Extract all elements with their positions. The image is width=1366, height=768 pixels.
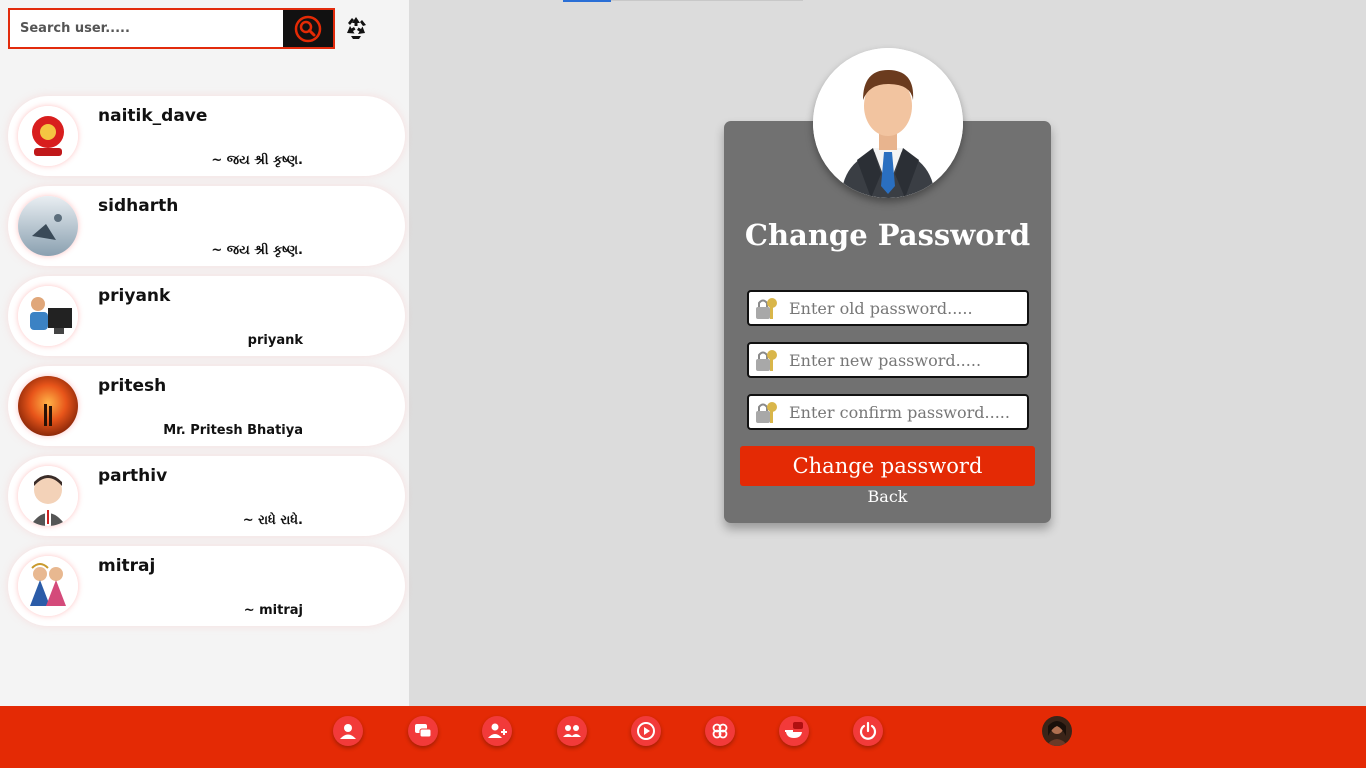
list-item[interactable]: parthiv ~ રાધે રાધે. [8, 456, 405, 536]
group-icon[interactable] [557, 716, 587, 746]
key-lock-icon [756, 350, 777, 371]
top-indicator [563, 0, 611, 2]
list-item[interactable]: priyank priyank [8, 276, 405, 356]
user-status: priyank [247, 333, 303, 348]
avatar [18, 286, 78, 346]
power-icon[interactable] [853, 716, 883, 746]
avatar [18, 466, 78, 526]
avatar [18, 106, 78, 166]
user-status: ~ જય શ્રી કૃષ્ણ. [211, 153, 303, 168]
user-status: Mr. Pritesh Bhatiya [163, 423, 303, 438]
user-name: priyank [98, 286, 171, 306]
user-status: ~ જય શ્રી કૃષ્ણ. [211, 243, 303, 258]
key-lock-icon [756, 402, 777, 423]
change-password-button[interactable]: Change password [740, 446, 1035, 486]
profile-icon[interactable] [333, 716, 363, 746]
user-name: mitraj [98, 556, 156, 576]
new-password-input[interactable] [789, 344, 1021, 376]
user-avatar-icon [813, 48, 963, 198]
search-box [8, 8, 335, 49]
search-button[interactable] [283, 10, 333, 47]
avatar [18, 196, 78, 256]
new-password-field [747, 342, 1029, 378]
avatar [18, 376, 78, 436]
user-name: parthiv [98, 466, 168, 486]
user-name: naitik_dave [98, 106, 208, 126]
bottom-nav-bar [0, 706, 1366, 768]
discover-icon[interactable] [705, 716, 735, 746]
top-divider [611, 0, 803, 1]
user-name: pritesh [98, 376, 167, 396]
add-user-icon[interactable] [482, 716, 512, 746]
back-link[interactable]: Back [724, 487, 1051, 506]
search-input[interactable] [10, 10, 280, 47]
profile-picture [813, 48, 963, 198]
list-item[interactable]: pritesh Mr. Pritesh Bhatiya [8, 366, 405, 446]
user-list: naitik_dave ~ જય શ્રી કૃષ્ણ. sidharth ~ … [8, 96, 405, 636]
old-password-field [747, 290, 1029, 326]
key-lock-icon [756, 298, 777, 319]
confirm-password-input[interactable] [789, 396, 1021, 428]
user-status: ~ રાધે રાધે. [242, 513, 303, 528]
avatar [18, 556, 78, 616]
video-play-icon[interactable] [631, 716, 661, 746]
old-password-input[interactable] [789, 292, 1021, 324]
list-item[interactable]: sidharth ~ જય શ્રી કૃષ્ણ. [8, 186, 405, 266]
user-name: sidharth [98, 196, 179, 216]
search-icon [294, 15, 322, 42]
recycle-icon[interactable] [342, 14, 370, 42]
chat-icon[interactable] [408, 716, 438, 746]
user-status: ~ mitraj [243, 603, 303, 618]
sidebar: naitik_dave ~ જય શ્રી કૃષ્ણ. sidharth ~ … [0, 0, 409, 706]
current-user-avatar[interactable] [1042, 716, 1072, 746]
list-item[interactable]: mitraj ~ mitraj [8, 546, 405, 626]
page-title: Change Password [744, 218, 1031, 252]
new-chat-icon[interactable] [779, 716, 809, 746]
confirm-password-field [747, 394, 1029, 430]
list-item[interactable]: naitik_dave ~ જય શ્રી કૃષ્ણ. [8, 96, 405, 176]
